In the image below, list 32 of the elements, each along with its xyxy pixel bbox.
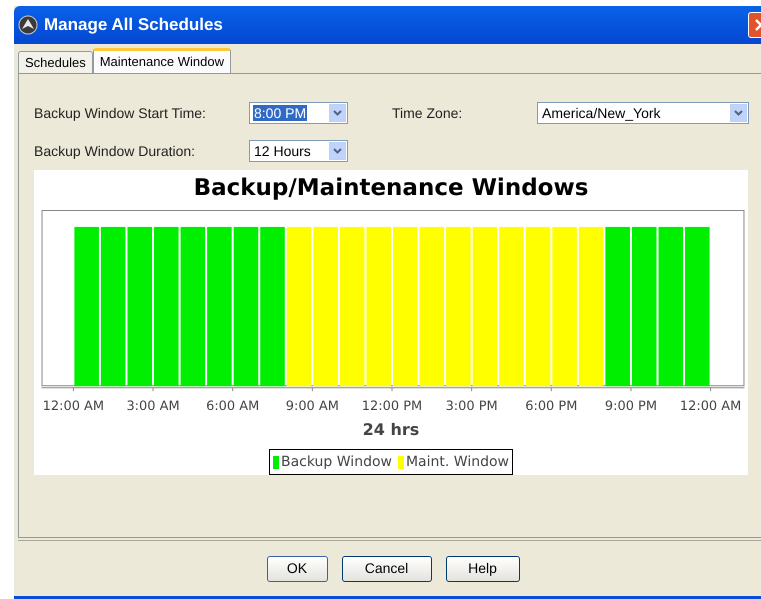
axis-tick-label: 12:00 AM: [42, 399, 104, 414]
duration-dropdown[interactable]: 12 Hours: [249, 140, 348, 162]
time-zone-dropdown[interactable]: America/New_York: [537, 102, 749, 124]
axis-tick-label: 12:00 AM: [680, 399, 742, 414]
dropdown-arrow-icon[interactable]: [329, 142, 346, 160]
axis-tick-label: 3:00 AM: [126, 399, 180, 414]
window-title: Manage All Schedules: [44, 14, 223, 36]
combo-value: America/New_York: [541, 104, 662, 120]
tab[interactable]: Schedules: [18, 51, 93, 73]
axis-tick-label: 9:00 PM: [604, 399, 658, 414]
axis-tick-label: 6:00 AM: [206, 399, 260, 414]
axis-tick-label: 6:00 PM: [525, 399, 578, 414]
axis-tick-label: 9:00 AM: [286, 399, 339, 414]
start-time-dropdown[interactable]: 8:00 PM: [249, 102, 348, 124]
legend-label: Backup Window: [281, 452, 392, 472]
logo-icon: [18, 15, 38, 35]
dialog-button[interactable]: Cancel: [342, 556, 432, 582]
axis-title: 24 hrs: [362, 420, 420, 440]
dialog-button[interactable]: OK: [266, 556, 328, 582]
dropdown-arrow-icon[interactable]: [730, 104, 747, 122]
tab[interactable]: Maintenance Window: [92, 48, 232, 73]
legend-label: Maint. Window: [406, 452, 509, 472]
axis-tick-label: 3:00 PM: [446, 399, 498, 414]
dialog-button[interactable]: Help: [446, 556, 520, 582]
field-label: Time Zone:: [392, 104, 464, 122]
combo-value: 8:00 PM: [253, 104, 308, 120]
combo-value: 12 Hours: [253, 142, 312, 158]
axis-tick-label: 12:00 PM: [362, 399, 422, 414]
field-label: Backup Window Duration:: [34, 142, 196, 161]
dropdown-arrow-icon[interactable]: [329, 104, 346, 122]
chart-title: Backup/Maintenance Windows: [194, 174, 588, 203]
field-label: Backup Window Start Time:: [34, 104, 207, 123]
